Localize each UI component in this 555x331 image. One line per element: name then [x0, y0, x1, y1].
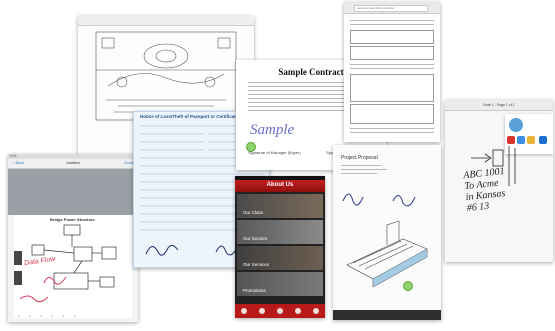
menu-tile-label: Our Services — [243, 262, 270, 267]
sign-badge-icon[interactable] — [403, 281, 413, 291]
note-title: Note 1 - Page 1 of 1 — [483, 103, 515, 107]
browser-document-page: www.contract-form.com/doc — [344, 2, 440, 142]
menu-tile[interactable]: Our Class — [237, 194, 323, 218]
phone-about-us-screen: About Us Our Class Our Doctors Our Servi… — [235, 176, 325, 318]
mail-icon[interactable] — [295, 308, 301, 314]
more-icon[interactable] — [313, 308, 319, 314]
handwritten-note: ABC 1001 To Acme in Kansas #6 13 — [462, 165, 506, 215]
menu-tile-label: Our Class — [243, 210, 264, 215]
nav-bar: < Back Untitled Done — [8, 159, 138, 169]
form-table — [350, 74, 434, 102]
project-proposal-page: Project Proposal — [333, 145, 441, 320]
menu-tile-label: Our Doctors — [243, 236, 268, 241]
menu-tile-label: Promotions — [243, 288, 266, 293]
nav-title: Untitled — [66, 160, 80, 165]
menu-tile[interactable]: Promotions — [237, 272, 323, 296]
ipad-diagram-screen: 9:41 < Back Untitled Done Bridge Power S… — [8, 154, 138, 322]
signature-scribble: Sample — [250, 122, 295, 138]
form-table — [350, 30, 434, 44]
architectural-sketch — [346, 220, 428, 288]
viewer-bottom-bar — [333, 310, 441, 320]
menu-tile[interactable]: Our Doctors — [237, 220, 323, 244]
notes-tablet-screen: Note 1 - Page 1 of 1 ABC 1001 To Acme in… — [445, 100, 553, 262]
form-table — [350, 104, 434, 124]
status-time: 9:41 — [10, 154, 17, 158]
app-header: About Us — [235, 180, 325, 192]
home-icon[interactable] — [241, 308, 247, 314]
address-bar[interactable]: www.contract-form.com/doc — [354, 5, 428, 12]
signer-a-label: Signature of Manager (Buyer) — [248, 150, 301, 155]
proposal-title: Project Proposal — [341, 155, 378, 161]
flow-diagram — [14, 224, 117, 303]
note-header: Note 1 - Page 1 of 1 — [445, 100, 553, 111]
tab-bar — [235, 304, 325, 318]
help-icon[interactable] — [277, 308, 283, 314]
diagram-sheet: Bridge Power Structure Data Flow — [14, 215, 132, 318]
info-icon[interactable] — [259, 308, 265, 314]
page-dots: • • • • • • — [18, 314, 80, 320]
toolbar-background — [8, 169, 138, 215]
browser-toolbar: www.contract-form.com/doc — [344, 2, 440, 14]
app-title: About Us — [266, 182, 294, 188]
menu-tile[interactable]: Our Services — [237, 246, 323, 270]
form-table — [350, 46, 434, 60]
